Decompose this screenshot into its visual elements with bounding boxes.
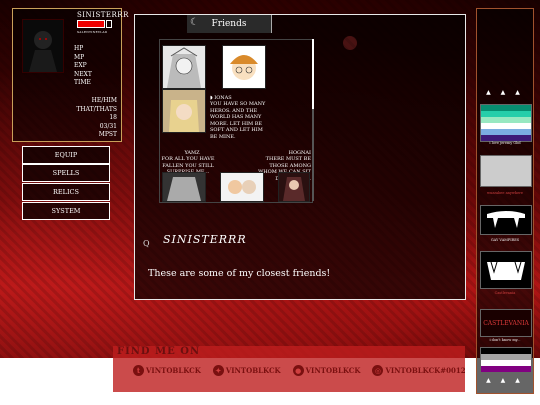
pronouns: HE/HIM [91,97,117,104]
social-links: t VINTOBLKCK ✦ VINTOBLKCK ● VINTOBLKCK ◎ VIN… [133,365,466,376]
friend-portrait-1[interactable] [162,45,206,89]
birthday: 03/31 [99,122,117,130]
reddit-icon: ● [292,365,304,376]
stamp-sidebar[interactable]: ▲ ▲ ▲ i love jeremy Gbd wuzzabee anywher… [476,8,534,394]
footer-title: FIND ME ON [117,346,201,357]
friend-1-text: YOU HAVE SO MANY HEROS. AND THE WORLD HA… [210,101,266,140]
stat-time: TIME [74,79,91,86]
stat-next: NEXT [74,70,92,78]
discord-icon: ◎ [372,365,384,376]
friends-list[interactable]: ◗ IONAS YOU HAVE SO MANY HEROS. AND THE … [159,39,313,203]
scroll-up-arrows[interactable]: ▲ ▲ ▲ [477,89,533,96]
stamp-caption-4: Castlevania [494,291,516,295]
age: 18 [109,114,117,121]
stamp-caption-5: i don't know my... [489,338,521,342]
flag-stamp [480,104,532,142]
timezone: MPST [98,131,117,138]
stat-mp: MP [74,53,85,61]
stat-hp: HP [74,45,84,52]
menu-system-button[interactable]: SYSTEM [22,202,110,220]
twitter-link[interactable]: ✦ VINTOBLKCK [212,365,281,376]
friends-title-tab[interactable]: ☾ Friends [187,15,272,33]
pronouns-2: THAT/THATS [76,105,117,113]
menu-equip-button[interactable]: EQUIP [22,146,110,164]
friends-scrollbar[interactable] [312,39,314,201]
hp-bar-end [106,20,112,28]
hp-bar [77,20,105,28]
stamp-caption-3: GAY VAMPIRES [490,238,520,242]
friend-portrait-6[interactable] [278,172,310,202]
social-footer: FIND ME ON t VINTOBLKCK ✦ VINTOBLKCK ● VINT… [113,346,466,392]
decorative-glyph: Q [143,239,151,248]
menu-spells-button[interactable]: SPELLS [22,164,110,182]
friends-window: ☾ Friends ◗ IONAS YOU HAVE SO MANY HEROS… [134,14,466,300]
friend-portrait-3[interactable] [162,89,206,133]
friends-message: These are some of my closest friends! [148,268,331,279]
scroll-down-arrows[interactable]: ▲ ▲ ▲ [477,377,533,384]
castlevania-logo-text: CASTLEVANIA [483,319,529,327]
tumblr-icon: t [133,365,144,376]
menu-relics-button[interactable]: RELICS [22,183,110,201]
profile-username: SINISTERRR [163,233,247,246]
character-stamp [480,155,532,187]
subtitle: SALENTINEVLAD [77,30,108,34]
stamp-caption-1: i love jeremy Gbd [489,141,521,145]
profile-info: HE/HIM THAT/THATS 18 03/31 MPST [76,97,117,140]
tumblr-link[interactable]: t VINTOBLKCK [133,365,201,376]
twitter-icon: ✦ [212,365,224,376]
character-status-panel: SINISTERRR SALENTINEVLAD HP MP EXP NEXT … [12,8,128,142]
username: SINISTERRR [77,11,129,19]
fangs-stamp [480,205,532,235]
ace-flag-stamp [480,347,532,373]
reddit-link[interactable]: ● VINTOBLKCK [292,365,360,376]
stat-labels: HP MP EXP NEXT TIME [74,45,92,88]
avatar [22,19,64,73]
friend-portrait-5[interactable] [220,172,264,202]
discord-link[interactable]: ◎ VINTOBLKCK#0012 [372,365,466,376]
friends-title: Friends [211,19,247,29]
teeth-stamp [480,251,532,289]
castlevania-stamp: CASTLEVANIA [480,309,532,337]
bat-icon: ☾ [190,17,199,28]
friend-portrait-4[interactable] [162,172,206,202]
friend-portrait-2[interactable] [222,45,266,89]
stamp-caption-2: wuzzabee anywhere [487,191,523,195]
stat-exp: EXP [74,62,87,69]
